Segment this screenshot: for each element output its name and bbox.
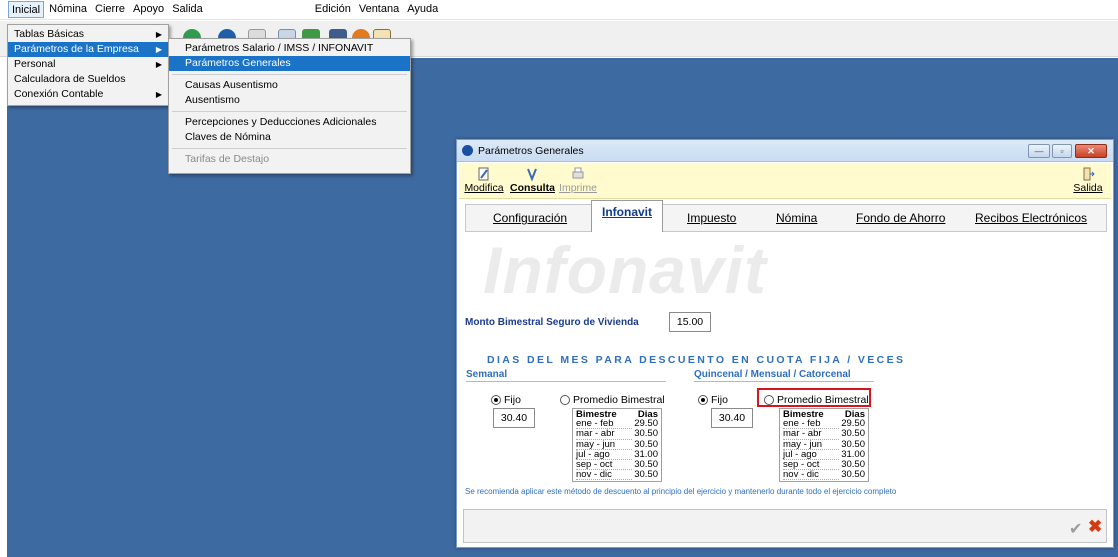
menu-item-parametros-salario[interactable]: Parámetros Salario / IMSS / INFONAVIT	[169, 41, 410, 56]
menu-separator	[169, 71, 410, 78]
menu-nomina[interactable]: Nómina	[46, 1, 90, 18]
semanal-radio-fijo[interactable]: Fijo	[491, 394, 521, 406]
cell-dias: 30.50	[841, 469, 865, 481]
quincenal-fijo-label: Fijo	[711, 394, 728, 406]
modifica-label: Modifica	[464, 182, 504, 194]
submenu-arrow-icon: ▶	[155, 90, 162, 99]
semanal-bimestre-table: Bimestre Dias ene - feb 29.50 mar - abr 30.…	[572, 408, 662, 483]
quincenal-fijo-field[interactable]: 30.40	[711, 408, 753, 428]
menu-apoyo[interactable]: Apoyo	[130, 1, 167, 18]
menu-inicial[interactable]: Inicial	[8, 1, 45, 18]
menu-ventana[interactable]: Ventana	[356, 1, 402, 18]
close-button[interactable]: ✕	[1075, 144, 1107, 158]
monto-field[interactable]: 15.00	[669, 312, 711, 332]
minimize-button[interactable]: —	[1028, 144, 1050, 158]
radio-selected-icon	[491, 395, 501, 405]
menu-item-tarifas-destajo: Tarifas de Destajo	[185, 153, 270, 165]
menu-item-parametros-empresa[interactable]: Parámetros de la Empresa ▶	[8, 42, 168, 57]
menu-cierre[interactable]: Cierre	[92, 1, 128, 18]
quincenal-radio-fijo[interactable]: Fijo	[698, 394, 728, 406]
menu-item-conexion-contable[interactable]: Conexión Contable ▶	[8, 87, 168, 102]
monto-label: Monto Bimestral Seguro de Vivienda	[465, 317, 639, 328]
menu-item-calculadora[interactable]: Calculadora de Sueldos	[8, 72, 168, 87]
cell-bimestre: nov - dic	[783, 470, 840, 481]
app-icon	[462, 145, 473, 156]
accept-check-icon: ✔	[1069, 521, 1083, 538]
submenu-arrow-icon: ▶	[155, 60, 162, 69]
tab-impuesto[interactable]: Impuesto	[687, 211, 736, 225]
menu-edicion[interactable]: Edición	[312, 1, 354, 18]
menu-item-percepciones[interactable]: Percepciones y Deducciones Adicionales	[169, 115, 410, 130]
menu-item-claves-nomina[interactable]: Claves de Nómina	[169, 130, 410, 145]
menu-item-label: Personal	[14, 58, 56, 70]
cell-dias: 30.50	[634, 469, 658, 481]
salida-label: Salida	[1073, 182, 1103, 194]
menu-item-parametros-generales[interactable]: Parámetros Generales	[169, 56, 410, 71]
dropdown-parametros-empresa: Parámetros Salario / IMSS / INFONAVIT Pa…	[168, 38, 411, 174]
menubar: Inicial Nómina Cierre Apoyo Salida Edici…	[0, 0, 1118, 20]
imprime-label: Imprime	[559, 182, 597, 194]
dialog-title: Parámetros Generales	[478, 145, 584, 157]
semanal-divider	[466, 381, 666, 382]
modifica-button[interactable]: Modifica	[463, 167, 505, 194]
menu-separator	[169, 108, 410, 115]
cell-bimestre: nov - dic	[576, 470, 633, 481]
menu-item-label: Parámetros de la Empresa	[14, 43, 139, 55]
semanal-fijo-label: Fijo	[504, 394, 521, 406]
consulta-icon	[527, 168, 537, 181]
consulta-button[interactable]: Consulta	[510, 167, 555, 194]
menu-item-label: Tablas Básicas	[14, 28, 85, 40]
semanal-fijo-field[interactable]: 30.40	[493, 408, 535, 428]
tab-infonavit[interactable]: Infonavit	[591, 200, 663, 232]
maximize-button[interactable]: ▫	[1052, 144, 1072, 158]
tab-recibos-electronicos[interactable]: Recibos Electrónicos	[975, 211, 1087, 225]
tab-strip: Configuración Infonavit Impuesto Nómina …	[465, 200, 1107, 232]
salida-button[interactable]: Salida	[1071, 167, 1105, 194]
table-row: nov - dic 30.50	[783, 469, 865, 481]
infonavit-watermark: Infonavit	[483, 233, 767, 307]
exit-door-icon	[1083, 167, 1095, 181]
menu-item-label: Conexión Contable	[14, 88, 104, 100]
tab-configuracion[interactable]: Configuración	[493, 211, 567, 225]
menu-item-causas-ausentismo[interactable]: Causas Ausentismo	[169, 78, 410, 93]
printer-icon	[572, 167, 584, 179]
semanal-title: Semanal	[466, 369, 508, 380]
radio-selected-icon	[698, 395, 708, 405]
menu-item-label: Calculadora de Sueldos	[14, 73, 126, 85]
quincenal-bimestre-table: Bimestre Dias ene - feb 29.50 mar - abr 30.…	[779, 408, 869, 483]
semanal-promedio-label: Promedio Bimestral	[573, 394, 665, 406]
menu-separator	[169, 145, 410, 152]
submenu-arrow-icon: ▶	[155, 30, 162, 39]
highlight-box	[757, 388, 871, 407]
section-title: DIAS DEL MES PARA DESCUENTO EN CUOTA FIJ…	[487, 354, 906, 366]
submenu-arrow-icon: ▶	[155, 45, 162, 54]
menu-item-tablas-basicas[interactable]: Tablas Básicas ▶	[8, 27, 168, 42]
footnote: Se recomienda aplicar este método de des…	[465, 487, 897, 496]
parametros-generales-dialog: Parámetros Generales — ▫ ✕ Modifica Cons…	[456, 139, 1114, 548]
imprime-button: Imprime	[558, 167, 598, 194]
tab-nomina[interactable]: Nómina	[776, 211, 817, 225]
table-row: nov - dic 30.50	[576, 469, 658, 481]
menu-ayuda[interactable]: Ayuda	[404, 1, 441, 18]
edit-icon	[478, 167, 489, 181]
consulta-label: Consulta	[510, 182, 555, 194]
dropdown-inicial: Tablas Básicas ▶ Parámetros de la Empresa…	[7, 24, 169, 106]
menu-item-personal[interactable]: Personal ▶	[8, 57, 168, 72]
dialog-toolbar: Modifica Consulta Imprime Salida	[459, 163, 1111, 199]
menu-item-ausentismo[interactable]: Ausentismo	[169, 93, 410, 108]
tab-infonavit-label: Infonavit	[602, 205, 652, 219]
radio-empty-icon	[560, 395, 570, 405]
dialog-status-bar: ✔ ✖	[463, 509, 1107, 543]
dialog-titlebar[interactable]: Parámetros Generales — ▫ ✕	[457, 140, 1113, 162]
semanal-radio-promedio[interactable]: Promedio Bimestral	[560, 394, 665, 406]
quincenal-title: Quincenal / Mensual / Catorcenal	[694, 369, 851, 380]
quincenal-divider	[694, 381, 874, 382]
cancel-x-icon[interactable]: ✖	[1088, 517, 1102, 537]
tab-fondo-ahorro[interactable]: Fondo de Ahorro	[856, 211, 945, 225]
menu-salida[interactable]: Salida	[169, 1, 206, 18]
